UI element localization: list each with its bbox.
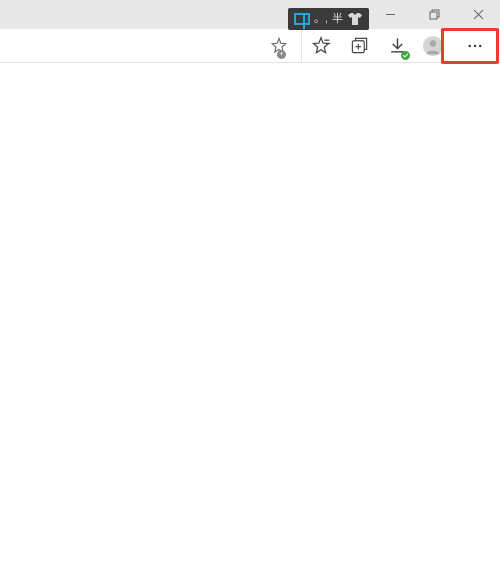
address-area[interactable]: + bbox=[0, 29, 302, 62]
ime-width: 半 bbox=[332, 14, 343, 25]
ime-indicator[interactable]: 。, 半 bbox=[288, 8, 369, 30]
window-controls bbox=[368, 0, 500, 29]
avatar bbox=[423, 36, 443, 56]
minimize-button[interactable] bbox=[368, 0, 412, 29]
favorites-button[interactable] bbox=[302, 29, 340, 62]
page-content bbox=[0, 63, 500, 574]
ime-mode-icon bbox=[294, 13, 310, 25]
collections-button[interactable] bbox=[340, 29, 378, 62]
profile-button[interactable] bbox=[416, 29, 450, 62]
add-favorite-button[interactable]: + bbox=[265, 29, 293, 62]
close-button[interactable] bbox=[456, 0, 500, 29]
toolbar: + bbox=[0, 29, 500, 63]
titlebar: 。, 半 bbox=[0, 0, 500, 29]
downloads-button[interactable] bbox=[378, 29, 416, 62]
plus-badge-icon: + bbox=[277, 50, 286, 59]
toolbar-icons bbox=[302, 29, 500, 62]
maximize-button[interactable] bbox=[412, 0, 456, 29]
ime-punct: 。, bbox=[314, 14, 328, 25]
check-badge-icon bbox=[401, 51, 410, 60]
more-button[interactable] bbox=[450, 29, 500, 62]
shirt-icon bbox=[347, 12, 363, 26]
